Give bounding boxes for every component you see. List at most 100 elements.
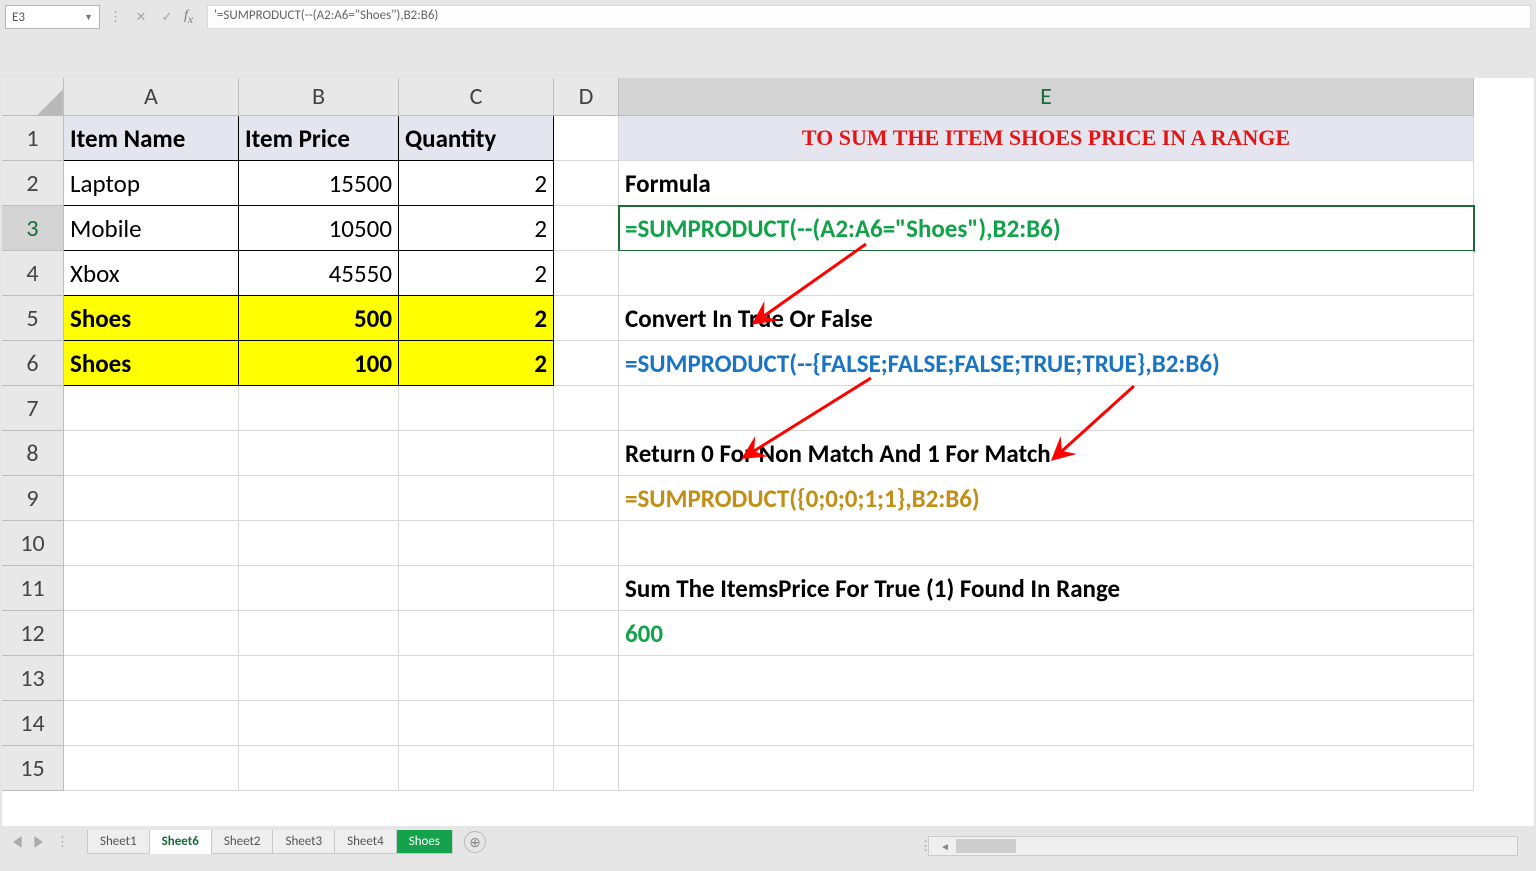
row-header-10[interactable]: 10 (2, 521, 64, 566)
cell-D4[interactable] (554, 251, 619, 296)
cell-A4[interactable]: Xbox (64, 251, 239, 296)
cell-A11[interactable] (64, 566, 239, 611)
cell-B7[interactable] (239, 386, 399, 431)
cell-D14[interactable] (554, 701, 619, 746)
cell-E9[interactable]: =SUMPRODUCT({0;0;0;1;1},B2:B6) (619, 476, 1474, 521)
select-all-corner[interactable] (2, 78, 64, 116)
cell-A2[interactable]: Laptop (64, 161, 239, 206)
cell-E15[interactable] (619, 746, 1474, 791)
row-header-6[interactable]: 6 (2, 341, 64, 386)
cell-E2[interactable]: Formula (619, 161, 1474, 206)
cell-B14[interactable] (239, 701, 399, 746)
cell-B6[interactable]: 100 (239, 341, 399, 386)
cell-A8[interactable] (64, 431, 239, 476)
cell-C14[interactable] (399, 701, 554, 746)
cell-B2[interactable]: 15500 (239, 161, 399, 206)
cell-D1[interactable] (554, 116, 619, 161)
name-box[interactable]: E3 ▼ (5, 5, 100, 29)
cell-C9[interactable] (399, 476, 554, 521)
cell-A9[interactable] (64, 476, 239, 521)
cell-D9[interactable] (554, 476, 619, 521)
cell-B10[interactable] (239, 521, 399, 566)
cell-E13[interactable] (619, 656, 1474, 701)
cell-A7[interactable] (64, 386, 239, 431)
cell-B3[interactable]: 10500 (239, 206, 399, 251)
col-header-E[interactable]: E (619, 78, 1474, 116)
cell-A15[interactable] (64, 746, 239, 791)
cell-C2[interactable]: 2 (399, 161, 554, 206)
cell-A10[interactable] (64, 521, 239, 566)
col-header-C[interactable]: C (399, 78, 554, 116)
cell-E8[interactable]: Return 0 For Non Match And 1 For Match (619, 431, 1474, 476)
tab-nav-prev-icon[interactable] (12, 836, 24, 848)
cell-B11[interactable] (239, 566, 399, 611)
cell-C6[interactable]: 2 (399, 341, 554, 386)
fx-icon[interactable]: fx (184, 8, 193, 26)
cell-A13[interactable] (64, 656, 239, 701)
cancel-icon[interactable]: ✕ (132, 8, 150, 26)
row-header-1[interactable]: 1 (2, 116, 64, 161)
cell-D11[interactable] (554, 566, 619, 611)
row-header-11[interactable]: 11 (2, 566, 64, 611)
col-header-A[interactable]: A (64, 78, 239, 116)
cell-C13[interactable] (399, 656, 554, 701)
horizontal-scrollbar[interactable]: ⋮ ◄ (928, 836, 1518, 856)
col-header-B[interactable]: B (239, 78, 399, 116)
col-header-D[interactable]: D (554, 78, 619, 116)
row-header-5[interactable]: 5 (2, 296, 64, 341)
tab-sheet2[interactable]: Sheet2 (211, 830, 274, 854)
row-header-9[interactable]: 9 (2, 476, 64, 521)
row-header-7[interactable]: 7 (2, 386, 64, 431)
enter-icon[interactable]: ✓ (158, 8, 176, 26)
cell-E4[interactable] (619, 251, 1474, 296)
formula-input[interactable]: '=SUMPRODUCT(--(A2:A6="Shoes"),B2:B6) (207, 5, 1531, 29)
add-sheet-button[interactable]: ⊕ (464, 831, 486, 853)
row-header-2[interactable]: 2 (2, 161, 64, 206)
cell-D12[interactable] (554, 611, 619, 656)
cell-C3[interactable]: 2 (399, 206, 554, 251)
cell-B12[interactable] (239, 611, 399, 656)
cell-C8[interactable] (399, 431, 554, 476)
cell-C1[interactable]: Quantity (399, 116, 554, 161)
cell-B9[interactable] (239, 476, 399, 521)
cell-B1[interactable]: Item Price (239, 116, 399, 161)
cell-D3[interactable] (554, 206, 619, 251)
row-header-3[interactable]: 3 (2, 206, 64, 251)
cell-E7[interactable] (619, 386, 1474, 431)
cell-D2[interactable] (554, 161, 619, 206)
row-header-13[interactable]: 13 (2, 656, 64, 701)
cell-E6[interactable]: =SUMPRODUCT(--{FALSE;FALSE;FALSE;TRUE;TR… (619, 341, 1474, 386)
cell-B5[interactable]: 500 (239, 296, 399, 341)
cell-E12[interactable]: 600 (619, 611, 1474, 656)
tab-nav-next-icon[interactable] (32, 836, 44, 848)
cell-D13[interactable] (554, 656, 619, 701)
tab-shoes[interactable]: Shoes (396, 830, 453, 854)
cell-D7[interactable] (554, 386, 619, 431)
row-header-12[interactable]: 12 (2, 611, 64, 656)
cell-C15[interactable] (399, 746, 554, 791)
cell-A14[interactable] (64, 701, 239, 746)
cell-B15[interactable] (239, 746, 399, 791)
row-header-15[interactable]: 15 (2, 746, 64, 791)
cell-C4[interactable]: 2 (399, 251, 554, 296)
cell-D5[interactable] (554, 296, 619, 341)
cell-C12[interactable] (399, 611, 554, 656)
scroll-thumb[interactable] (956, 839, 1016, 853)
row-header-14[interactable]: 14 (2, 701, 64, 746)
cell-A12[interactable] (64, 611, 239, 656)
row-header-4[interactable]: 4 (2, 251, 64, 296)
cell-A5[interactable]: Shoes (64, 296, 239, 341)
cell-E5[interactable]: Convert In True Or False (619, 296, 1474, 341)
cell-C7[interactable] (399, 386, 554, 431)
cell-B8[interactable] (239, 431, 399, 476)
cell-E11[interactable]: Sum The ItemsPrice For True (1) Found In… (619, 566, 1474, 611)
tab-sheet4[interactable]: Sheet4 (334, 830, 397, 854)
cell-D8[interactable] (554, 431, 619, 476)
name-box-dropdown-icon[interactable]: ▼ (84, 12, 93, 23)
cell-D15[interactable] (554, 746, 619, 791)
cell-C11[interactable] (399, 566, 554, 611)
cell-E10[interactable] (619, 521, 1474, 566)
cell-A6[interactable]: Shoes (64, 341, 239, 386)
tab-sheet3[interactable]: Sheet3 (272, 830, 335, 854)
cell-D6[interactable] (554, 341, 619, 386)
